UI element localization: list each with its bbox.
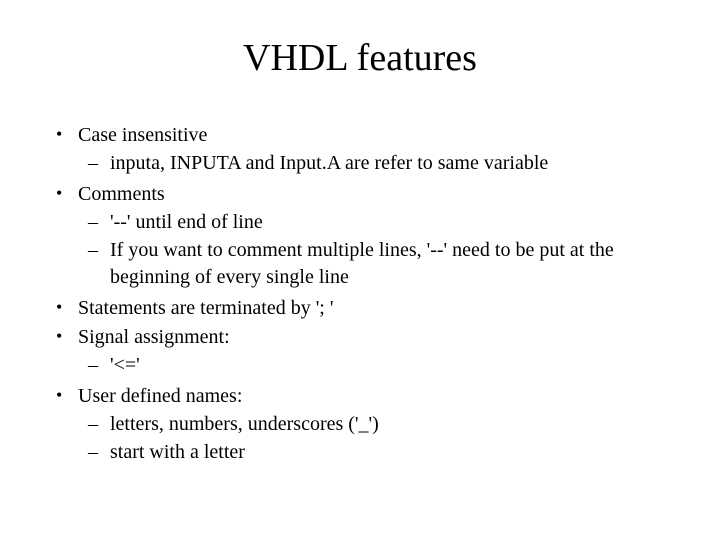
item-text: Comments: [78, 183, 165, 205]
sub-list: letters, numbers, underscores ('_') star…: [78, 411, 670, 466]
sub-item: start with a letter: [110, 439, 670, 466]
list-item: Comments '--' until end of line If you w…: [78, 181, 670, 291]
item-text: Signal assignment:: [78, 326, 230, 348]
item-text: Case insensitive: [78, 124, 207, 146]
list-item: Signal assignment: '<=': [78, 324, 670, 379]
sub-list: '--' until end of line If you want to co…: [78, 209, 670, 291]
item-text: User defined names:: [78, 385, 242, 407]
sub-item: '--' until end of line: [110, 209, 670, 236]
sub-item: inputa, INPUTA and Input.A are refer to …: [110, 150, 670, 177]
item-text: Statements are terminated by '; ': [78, 297, 333, 319]
sub-list: '<=': [78, 352, 670, 379]
sub-item: '<=': [110, 352, 670, 379]
list-item: User defined names: letters, numbers, un…: [78, 383, 670, 466]
bullet-list: Case insensitive inputa, INPUTA and Inpu…: [50, 122, 670, 466]
page-title: VHDL features: [50, 36, 670, 80]
sub-item: If you want to comment multiple lines, '…: [110, 237, 670, 291]
sub-item: letters, numbers, underscores ('_'): [110, 411, 670, 438]
sub-list: inputa, INPUTA and Input.A are refer to …: [78, 150, 670, 177]
list-item: Case insensitive inputa, INPUTA and Inpu…: [78, 122, 670, 177]
slide-content: Case insensitive inputa, INPUTA and Inpu…: [50, 122, 670, 466]
list-item: Statements are terminated by '; ': [78, 295, 670, 322]
